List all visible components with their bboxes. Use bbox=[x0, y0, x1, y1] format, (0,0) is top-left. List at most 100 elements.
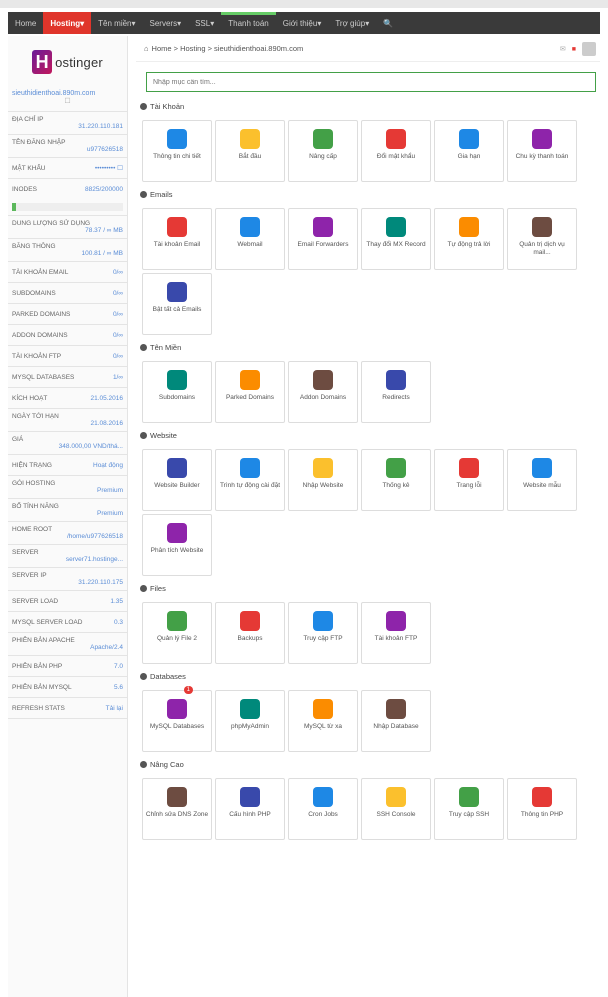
stat-value[interactable]: ••••••••• ☐ bbox=[95, 164, 123, 172]
language-flag-icon[interactable]: ■ bbox=[572, 46, 576, 53]
nav-about[interactable]: Giới thiệu ▾ bbox=[276, 12, 329, 34]
nav-ssl[interactable]: SSL ▾ bbox=[188, 12, 221, 34]
nav-hosting[interactable]: Hosting ▾ bbox=[43, 12, 92, 34]
search-bar[interactable] bbox=[146, 72, 596, 92]
user-menu[interactable]: ✉ ■ bbox=[560, 42, 596, 56]
tile-button[interactable]: Subdomains bbox=[142, 361, 212, 423]
tile-button[interactable]: MySQL Databases 1 bbox=[142, 686, 212, 752]
tile-label: Đổi mật khẩu bbox=[376, 153, 416, 160]
tile-button[interactable]: Redirects bbox=[361, 361, 431, 423]
nav-servers[interactable]: Servers ▾ bbox=[143, 12, 189, 34]
tile-grid: MySQL Databases 1 phpMyAdmin MySQL từ xa Nhậ… bbox=[142, 686, 600, 752]
section-title-text: Nâng Cao bbox=[150, 759, 184, 769]
logo[interactable]: H ostinger bbox=[8, 36, 127, 88]
tile-button[interactable]: Truy cập FTP bbox=[288, 602, 358, 664]
inodes-progress-bar bbox=[12, 203, 123, 211]
nav-domains[interactable]: Tên miền ▾ bbox=[91, 12, 142, 34]
tile-button[interactable]: Parked Domains bbox=[215, 361, 285, 423]
nav-help[interactable]: Trợ giúp ▾ bbox=[328, 12, 376, 34]
tile-icon bbox=[167, 217, 187, 237]
tile-button[interactable]: Thông tin chi tiết bbox=[142, 120, 212, 182]
tile-button[interactable]: Quản lý File 2 bbox=[142, 602, 212, 664]
tile-button[interactable]: phpMyAdmin bbox=[215, 690, 285, 752]
sidebar-domain[interactable]: sieuthidienthoai.890m.com ☐ bbox=[8, 88, 127, 112]
avatar[interactable] bbox=[582, 42, 596, 56]
tile-label: SSH Console bbox=[376, 811, 416, 818]
tile-button[interactable]: Tài khoản FTP bbox=[361, 602, 431, 664]
tile-button[interactable]: Bật tất cả Emails bbox=[142, 273, 212, 335]
tile-button[interactable]: Trình tự động cài đặt bbox=[215, 449, 285, 511]
stat-label: ĐỊA CHỈ IP bbox=[12, 116, 44, 123]
tile-button[interactable]: Bắt đầu bbox=[215, 120, 285, 182]
stat-value[interactable]: Tải lại bbox=[106, 705, 123, 712]
tile-button[interactable]: Thay đổi MX Record bbox=[361, 208, 431, 270]
stat-label: ADDON DOMAINS bbox=[12, 331, 68, 339]
stat-label: TÀI KHOẢN FTP bbox=[12, 352, 62, 360]
search-icon[interactable]: 🔍 bbox=[376, 12, 400, 34]
edit-icon[interactable]: ☐ bbox=[12, 97, 123, 105]
section-icon bbox=[140, 102, 147, 110]
tile-button[interactable]: Gia hạn bbox=[434, 120, 504, 182]
tile-button[interactable]: Thông tin PHP bbox=[507, 778, 577, 840]
nav-payment[interactable]: Thanh toán bbox=[221, 12, 277, 34]
breadcrumb: ⌂ Home > Hosting > sieuthidienthoai.890m… bbox=[136, 36, 600, 62]
stat-label: SERVER LOAD bbox=[12, 597, 59, 605]
tile-button[interactable]: Đổi mật khẩu bbox=[361, 120, 431, 182]
tile-icon bbox=[386, 787, 406, 807]
tile-label: Parked Domains bbox=[225, 394, 275, 401]
tile-button[interactable]: Phân tích Website bbox=[142, 514, 212, 576]
mail-icon[interactable]: ✉ bbox=[560, 45, 566, 53]
tile-label: Subdomains bbox=[158, 394, 196, 401]
tile-button[interactable]: Nâng cấp bbox=[288, 120, 358, 182]
tile-button[interactable]: Nhập Database bbox=[361, 690, 431, 752]
stat-value: 1.35 bbox=[110, 597, 123, 605]
tile-label: Phân tích Website bbox=[150, 547, 204, 554]
tile-button[interactable]: Website mẫu bbox=[507, 449, 577, 511]
tile-button[interactable]: Chỉnh sửa DNS Zone bbox=[142, 778, 212, 840]
nav-home[interactable]: Home bbox=[8, 12, 43, 34]
tile-button[interactable]: Trang lỗi bbox=[434, 449, 504, 511]
tile-grid: Thông tin chi tiết Bắt đầu Nâng cấp Đổi mật… bbox=[142, 120, 600, 182]
section-2: Tên Miền Subdomains Parked Domains Addon Do… bbox=[140, 339, 600, 423]
tile-label: Webmail bbox=[237, 241, 263, 248]
tile-button[interactable]: Nhập Website bbox=[288, 449, 358, 511]
tile-button[interactable]: Quản trị dịch vụ mail... bbox=[507, 208, 577, 270]
tile-icon bbox=[313, 370, 333, 390]
sidebar-stat-row: MYSQL DATABASES 1/∞ bbox=[8, 367, 127, 388]
tile-button[interactable]: Truy cập SSH bbox=[434, 778, 504, 840]
tile-button[interactable]: MySQL từ xa bbox=[288, 690, 358, 752]
sidebar-stat-row: PHIÊN BẢN MYSQL 5.6 bbox=[8, 677, 127, 698]
search-input[interactable] bbox=[153, 78, 589, 86]
section-title-text: Emails bbox=[150, 189, 173, 199]
tile-button[interactable]: Cấu hình PHP bbox=[215, 778, 285, 840]
sidebar-stat-row: REFRESH STATS Tải lại bbox=[8, 698, 127, 719]
tile-label: Chu kỳ thanh toán bbox=[515, 153, 569, 160]
tile-grid: Chỉnh sửa DNS Zone Cấu hình PHP Cron Jobs S… bbox=[142, 778, 600, 840]
tile-icon bbox=[313, 699, 333, 719]
section-3: Website Website Builder Trình tự động cài … bbox=[140, 427, 600, 576]
tile-button[interactable]: Email Forwarders bbox=[288, 208, 358, 270]
stat-value: 21.05.2016 bbox=[90, 394, 123, 402]
tile-label: Nhập Website bbox=[302, 482, 344, 489]
tile-button[interactable]: SSH Console bbox=[361, 778, 431, 840]
tile-button[interactable]: Backups bbox=[215, 602, 285, 664]
tile-icon bbox=[313, 217, 333, 237]
tile-button[interactable]: Tự động trả lời bbox=[434, 208, 504, 270]
stat-value: 100.81 / ∞ MB bbox=[81, 250, 124, 257]
section-title-text: Tài Khoản bbox=[150, 101, 185, 111]
sidebar-stat-row: MẬT KHẨU ••••••••• ☐ bbox=[8, 158, 127, 179]
tile-button[interactable]: Webmail bbox=[215, 208, 285, 270]
tile-button[interactable]: Tài khoản Email bbox=[142, 208, 212, 270]
tile-label: Gia hạn bbox=[457, 153, 481, 160]
tile-button[interactable]: Thống kê bbox=[361, 449, 431, 511]
tile-button[interactable]: Addon Domains bbox=[288, 361, 358, 423]
section-icon bbox=[140, 760, 147, 768]
tile-button[interactable]: Website Builder bbox=[142, 449, 212, 511]
stat-label: TÊN ĐĂNG NHẬP bbox=[12, 139, 66, 146]
tile-button[interactable]: Chu kỳ thanh toán bbox=[507, 120, 577, 182]
tile-icon bbox=[459, 129, 479, 149]
section-icon bbox=[140, 584, 147, 592]
tile-icon bbox=[313, 611, 333, 631]
tile-button[interactable]: Cron Jobs bbox=[288, 778, 358, 840]
tile-icon bbox=[386, 129, 406, 149]
